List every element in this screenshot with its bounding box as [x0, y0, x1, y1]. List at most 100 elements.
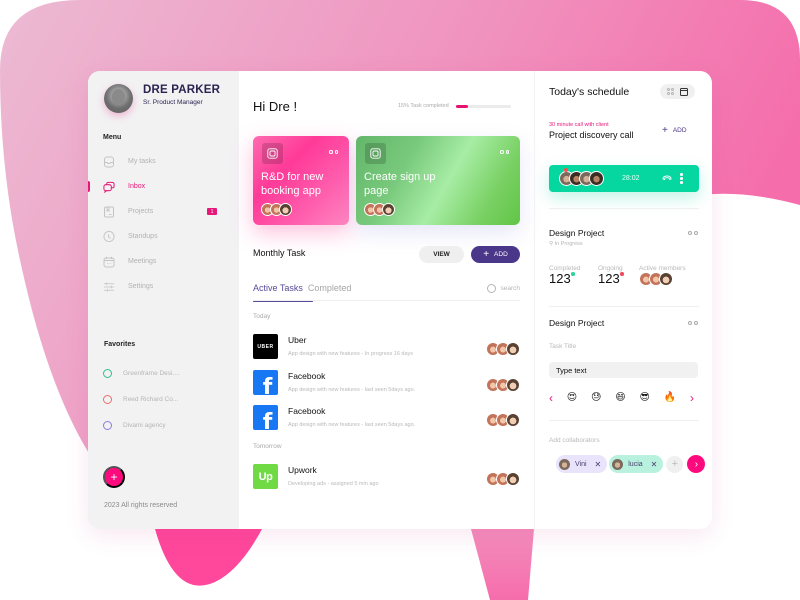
profile[interactable]: DRE PARKER Sr. Product Manager — [104, 84, 220, 113]
chevron-right-icon[interactable]: › — [690, 391, 694, 405]
task-title-input[interactable] — [549, 362, 698, 378]
sidebar-item-projects[interactable]: Projects 1 — [88, 199, 239, 224]
monthly-task-heading: Monthly Task — [253, 248, 306, 258]
call-participants — [559, 171, 604, 186]
task-row[interactable]: f Facebook App design with new features … — [253, 370, 520, 396]
more-options-icon[interactable] — [680, 173, 683, 184]
calendar-icon — [103, 256, 115, 268]
more-options-icon[interactable] — [688, 321, 698, 325]
tab-active-tasks[interactable]: Active Tasks — [253, 283, 313, 302]
sidebar-item-inbox[interactable]: Inbox — [88, 174, 239, 199]
sidebar-item-settings[interactable]: Settings — [88, 274, 239, 299]
sidebar-item-standups[interactable]: Standups — [88, 224, 239, 249]
task-tabs: Active Tasks Completed search — [253, 283, 520, 302]
remove-icon[interactable]: ✕ — [595, 460, 602, 469]
main-column: Hi Dre ! 15% Task completed R&D for new … — [239, 71, 534, 529]
search-placeholder: search — [500, 285, 520, 292]
emoji-sunglasses[interactable]: 😎 — [640, 393, 650, 403]
grid-view-icon[interactable] — [667, 88, 674, 95]
avatar — [506, 472, 520, 486]
project-icon — [365, 143, 386, 164]
favorite-item[interactable]: Reed Richard Co... — [103, 386, 180, 412]
active-call-bar[interactable]: 28:02 — [549, 165, 699, 192]
facebook-logo: f — [253, 405, 278, 430]
search-input[interactable]: search — [487, 284, 520, 293]
circle-icon — [103, 420, 112, 430]
add-label: ADD — [672, 127, 687, 134]
card-title-line: Create sign up — [364, 171, 436, 183]
card-title: Create sign up page — [364, 170, 436, 198]
project-cards: R&D for new booking app Create sign up p… — [253, 136, 520, 225]
task-name: Uber — [288, 335, 307, 345]
emoji-picker: ‹ 😍 😓 😄 😎 🔥 › — [549, 391, 694, 405]
favorite-item[interactable]: Greenframe Desi.... — [103, 360, 180, 386]
project-card[interactable]: R&D for new booking app — [253, 136, 349, 225]
task-name: Upwork — [288, 465, 317, 475]
task-row[interactable]: f Facebook App design with new features … — [253, 405, 520, 431]
task-row[interactable]: UBER Uber App design with new features -… — [253, 334, 520, 360]
tab-completed[interactable]: Completed — [308, 283, 352, 301]
completed-value: 123 — [549, 271, 571, 286]
more-options-icon[interactable] — [500, 150, 509, 154]
add-task-button[interactable]: + ADD — [471, 246, 520, 263]
task-name: Facebook — [288, 406, 326, 416]
projects-icon — [103, 206, 115, 218]
avatar-group — [261, 203, 292, 216]
add-collaborator-button[interactable]: + — [666, 455, 684, 473]
progress-fill — [455, 104, 469, 108]
hang-up-icon[interactable] — [662, 174, 672, 183]
avatar-group — [486, 413, 520, 427]
emoji-sweat[interactable]: 😓 — [591, 393, 601, 403]
add-schedule-button[interactable]: + ADD — [662, 125, 687, 136]
sidebar-item-meetings[interactable]: Meetings — [88, 249, 239, 274]
plus-icon: + — [662, 125, 668, 136]
add-favorite-button[interactable]: + — [103, 466, 125, 488]
more-options-icon[interactable] — [329, 150, 338, 154]
recording-dot — [564, 168, 568, 172]
more-options-icon[interactable] — [688, 231, 698, 235]
next-button[interactable]: › — [687, 455, 706, 473]
schedule-title: Today's schedule — [549, 86, 630, 98]
task-description: App design with new features - last seen… — [288, 422, 416, 428]
avatar — [659, 272, 673, 286]
avatar-group — [486, 378, 520, 392]
favorite-label: Reed Richard Co... — [123, 395, 179, 403]
collaborator-chip[interactable]: lucia ✕ — [609, 455, 664, 473]
emoji-fire[interactable]: 🔥 — [664, 393, 676, 403]
card-title-line: page — [364, 185, 389, 197]
profile-name: DRE PARKER — [143, 83, 221, 96]
search-icon — [487, 284, 497, 293]
calendar-view-icon[interactable] — [680, 87, 688, 96]
view-button[interactable]: VIEW — [419, 246, 464, 263]
collaborator-chip[interactable]: Vini ✕ — [556, 455, 608, 473]
task-row[interactable]: Up Upwork Developing ads - assigned 5 mi… — [253, 464, 520, 490]
emoji-grin[interactable]: 😄 — [615, 393, 625, 403]
avatar-group — [364, 203, 395, 216]
projects-count-badge: 1 — [207, 208, 217, 215]
dashboard-window: DRE PARKER Sr. Product Manager Menu My t… — [88, 71, 712, 529]
avatar — [612, 458, 624, 470]
status-dot-green — [571, 272, 575, 276]
group-label-today: Today — [253, 313, 271, 320]
facebook-logo: f — [253, 370, 278, 395]
sidebar-item-label: Meetings — [128, 258, 157, 265]
project-card[interactable]: Create sign up page — [356, 136, 520, 225]
chevron-left-icon[interactable]: ‹ — [549, 391, 553, 405]
collaborator-chips: Vini ✕ lucia ✕ + › — [556, 455, 706, 473]
favorite-item[interactable]: Divami agency — [103, 412, 180, 438]
sidebar-item-label: Projects — [128, 208, 154, 215]
sliders-icon — [103, 281, 115, 293]
emoji-heart-eyes[interactable]: 😍 — [567, 393, 577, 403]
remove-icon[interactable]: ✕ — [651, 460, 658, 469]
card-title: R&D for new booking app — [261, 170, 323, 198]
clock-icon — [103, 230, 115, 243]
avatar-group — [486, 342, 520, 356]
project-status: ⚲ In Progress — [549, 241, 583, 247]
schedule-panel: Today's schedule 30 minute call with cli… — [534, 71, 712, 529]
user-avatar — [104, 84, 133, 113]
view-toggle — [660, 84, 695, 99]
group-label-tomorrow: Tomorrow — [253, 443, 282, 450]
sidebar-item-my-tasks[interactable]: My tasks — [88, 149, 239, 174]
progress-label: 15% Task completed — [398, 103, 449, 109]
avatar — [559, 458, 570, 470]
